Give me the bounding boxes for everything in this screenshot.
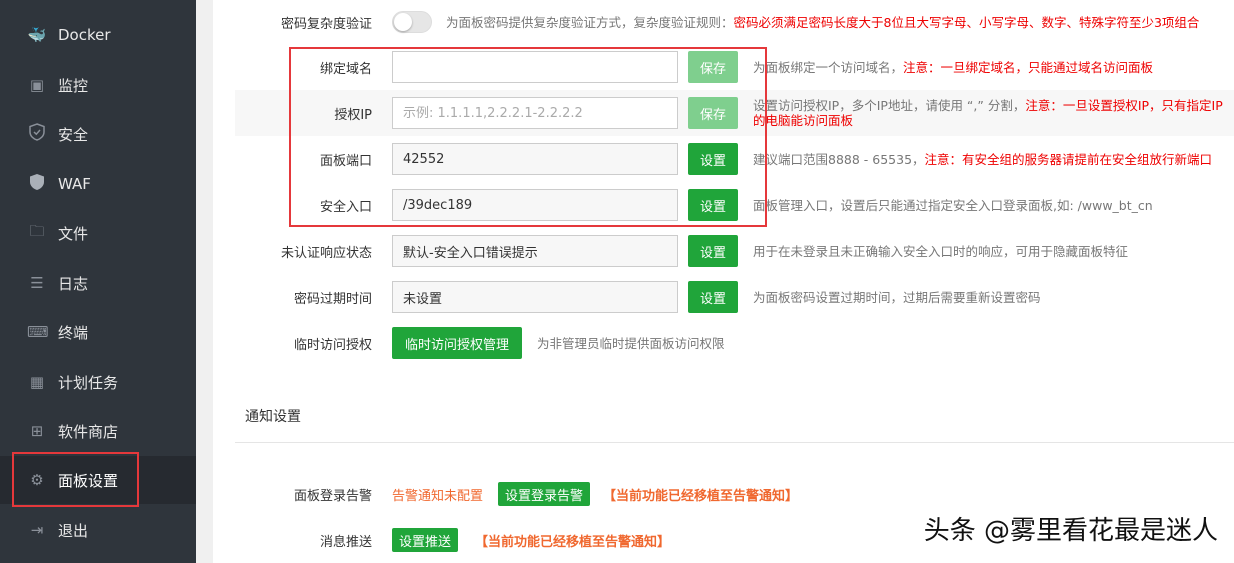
sidebar-item-label: 日志: [58, 274, 89, 293]
setting-desc: 面板管理入口，设置后只能通过指定安全入口登录面板,如: /www_bt_cn: [753, 197, 1153, 213]
section-title-notify: 通知设置: [245, 409, 301, 425]
gutter: [196, 0, 213, 563]
domain-input[interactable]: [392, 51, 678, 83]
port-input[interactable]: [392, 143, 678, 175]
setting-label: 消息推送: [319, 534, 372, 550]
waf-shield-icon: [27, 173, 47, 195]
sidebar-item-terminal[interactable]: ⌨ 终端: [0, 308, 196, 356]
desc-text: 建议端口范围8888 - 65535，: [753, 151, 925, 167]
sidebar-item-label: WAF: [58, 175, 91, 193]
terminal-icon: ⌨: [27, 323, 49, 341]
log-icon: ☰: [30, 274, 44, 292]
monitor-icon: ▣: [29, 76, 45, 94]
setting-desc: 为面板密码提供复杂度验证方式，复杂度验证规则：密码必须满足密码长度大于8位且大写…: [446, 15, 1228, 30]
setting-domain: 绑定域名 保存 为面板绑定一个访问域名，注意：一旦绑定域名，只能通过域名访问面板: [235, 44, 1234, 90]
sidebar-item-label: 监控: [58, 76, 89, 95]
shield-icon: [27, 123, 47, 145]
setting-label: 授权IP: [334, 107, 372, 123]
auth-ip-input[interactable]: [392, 97, 678, 129]
sidebar-item-label: 文件: [58, 224, 89, 243]
alert-status: 告警通知未配置: [392, 488, 484, 504]
desc-warning: 注意：一旦绑定域名，只能通过域名访问面板: [903, 59, 1154, 75]
setting-label: 未认证响应状态: [280, 245, 372, 261]
sidebar-item-label: 面板设置: [58, 471, 119, 490]
sidebar-item-label: 计划任务: [58, 373, 119, 392]
auth-ip-save-button[interactable]: 保存: [688, 97, 738, 129]
sidebar-item-logs[interactable]: ☰ 日志: [0, 259, 196, 307]
setting-auth-ip: 授权IP 保存 设置访问授权IP，多个IP地址，请使用 “,” 分割，注意：一旦…: [235, 90, 1234, 136]
divider: [235, 442, 1234, 443]
gear-icon: ⚙: [30, 471, 44, 489]
pwd-complexity-toggle[interactable]: [392, 11, 432, 33]
sidebar-item-label: 退出: [58, 521, 89, 540]
sidebar: 🐳 Docker ▣ 监控 安全 WAF 🗀 文件 ☰ 日志 ⌨ 终端 ▦ 计划任务 ⊞ 软件…: [0, 0, 196, 563]
set-login-alert-button[interactable]: 设置登录告警: [498, 482, 590, 506]
temp-access-manage-button[interactable]: 临时访问授权管理: [392, 327, 522, 359]
sidebar-item-label: 软件商店: [58, 422, 119, 441]
setting-label: 安全入口: [319, 199, 372, 215]
entry-set-button[interactable]: 设置: [688, 189, 738, 221]
sidebar-item-panel-settings[interactable]: ⚙ 面板设置: [0, 456, 196, 504]
setting-desc: 为非管理员临时提供面板访问权限: [537, 335, 725, 351]
logout-icon: ⇥: [30, 521, 44, 539]
setting-label: 绑定域名: [319, 61, 372, 77]
setting-entry: 安全入口 设置 面板管理入口，设置后只能通过指定安全入口登录面板,如: /www…: [235, 182, 1234, 228]
desc-text: 为面板绑定一个访问域名，: [753, 59, 904, 75]
desc-text: 为面板密码提供复杂度验证方式，复杂度验证规则：: [446, 14, 734, 30]
docker-icon: 🐳: [27, 26, 47, 44]
unauth-set-button[interactable]: 设置: [688, 235, 738, 267]
sidebar-item-label: 终端: [58, 323, 89, 342]
sidebar-item-docker[interactable]: 🐳 Docker: [0, 11, 196, 59]
setting-port: 面板端口 设置 建议端口范围8888 - 65535，注意：有安全组的服务器请提…: [235, 136, 1234, 182]
setting-label: 面板端口: [319, 153, 372, 169]
sidebar-item-monitor[interactable]: ▣ 监控: [0, 61, 196, 109]
sidebar-item-label: 安全: [58, 125, 89, 144]
setting-unauth: 未认证响应状态 设置 用于在未登录且未正确输入安全入口时的响应，可用于隐藏面板特…: [235, 228, 1234, 274]
unauth-input[interactable]: [392, 235, 678, 267]
setting-desc: 设置访问授权IP，多个IP地址，请使用 “,” 分割，注意：一旦设置授权IP，只…: [753, 98, 1228, 128]
setting-pwd-expire: 密码过期时间 设置 为面板密码设置过期时间，过期后需要重新设置密码: [235, 274, 1234, 320]
calendar-icon: ▦: [29, 373, 45, 391]
port-set-button[interactable]: 设置: [688, 143, 738, 175]
sidebar-item-logout[interactable]: ⇥ 退出: [0, 506, 196, 554]
setting-temp-access: 临时访问授权 临时访问授权管理 为非管理员临时提供面板访问权限: [235, 320, 1234, 366]
setting-desc: 建议端口范围8888 - 65535，注意：有安全组的服务器请提前在安全组放行新…: [753, 152, 1228, 167]
migration-note: 【当前功能已经移植至告警通知】: [603, 488, 799, 504]
setting-pwd-complexity: 密码复杂度验证 为面板密码提供复杂度验证方式，复杂度验证规则：密码必须满足密码长…: [235, 0, 1234, 45]
setting-desc: 用于在未登录且未正确输入安全入口时的响应，可用于隐藏面板特征: [753, 243, 1129, 259]
watermark: 头条 @雾里看花最是迷人: [923, 516, 1218, 546]
setting-label: 密码过期时间: [293, 291, 372, 307]
folder-icon: 🗀: [29, 221, 45, 240]
setting-label: 临时访问授权: [293, 337, 372, 353]
entry-input[interactable]: [392, 189, 678, 221]
sidebar-item-store[interactable]: ⊞ 软件商店: [0, 407, 196, 455]
sidebar-item-security[interactable]: 安全: [0, 110, 196, 158]
set-push-button[interactable]: 设置推送: [392, 528, 458, 552]
desc-warning: 注意：有安全组的服务器请提前在安全组放行新端口: [924, 151, 1213, 167]
desc-text: 设置访问授权IP，多个IP地址，请使用 “,” 分割，: [753, 98, 1026, 113]
pwd-expire-set-button[interactable]: 设置: [688, 281, 738, 313]
pwd-expire-input[interactable]: [392, 281, 678, 313]
sidebar-item-label: Docker: [58, 26, 111, 44]
setting-desc: 为面板密码设置过期时间，过期后需要重新设置密码: [753, 289, 1041, 305]
migration-note: 【当前功能已经移植至告警通知】: [475, 534, 671, 550]
domain-save-button[interactable]: 保存: [688, 51, 738, 83]
setting-desc: 为面板绑定一个访问域名，注意：一旦绑定域名，只能通过域名访问面板: [753, 60, 1228, 75]
setting-label: 密码复杂度验证: [280, 16, 372, 32]
desc-warning: 密码必须满足密码长度大于8位且大写字母、小写字母、数字、特殊字符至少3项组合: [733, 14, 1200, 30]
sidebar-item-waf[interactable]: WAF: [0, 160, 196, 208]
apps-icon: ⊞: [30, 422, 44, 440]
setting-label: 面板登录告警: [293, 488, 372, 504]
sidebar-item-files[interactable]: 🗀 文件: [0, 209, 196, 257]
sidebar-item-cron[interactable]: ▦ 计划任务: [0, 358, 196, 406]
